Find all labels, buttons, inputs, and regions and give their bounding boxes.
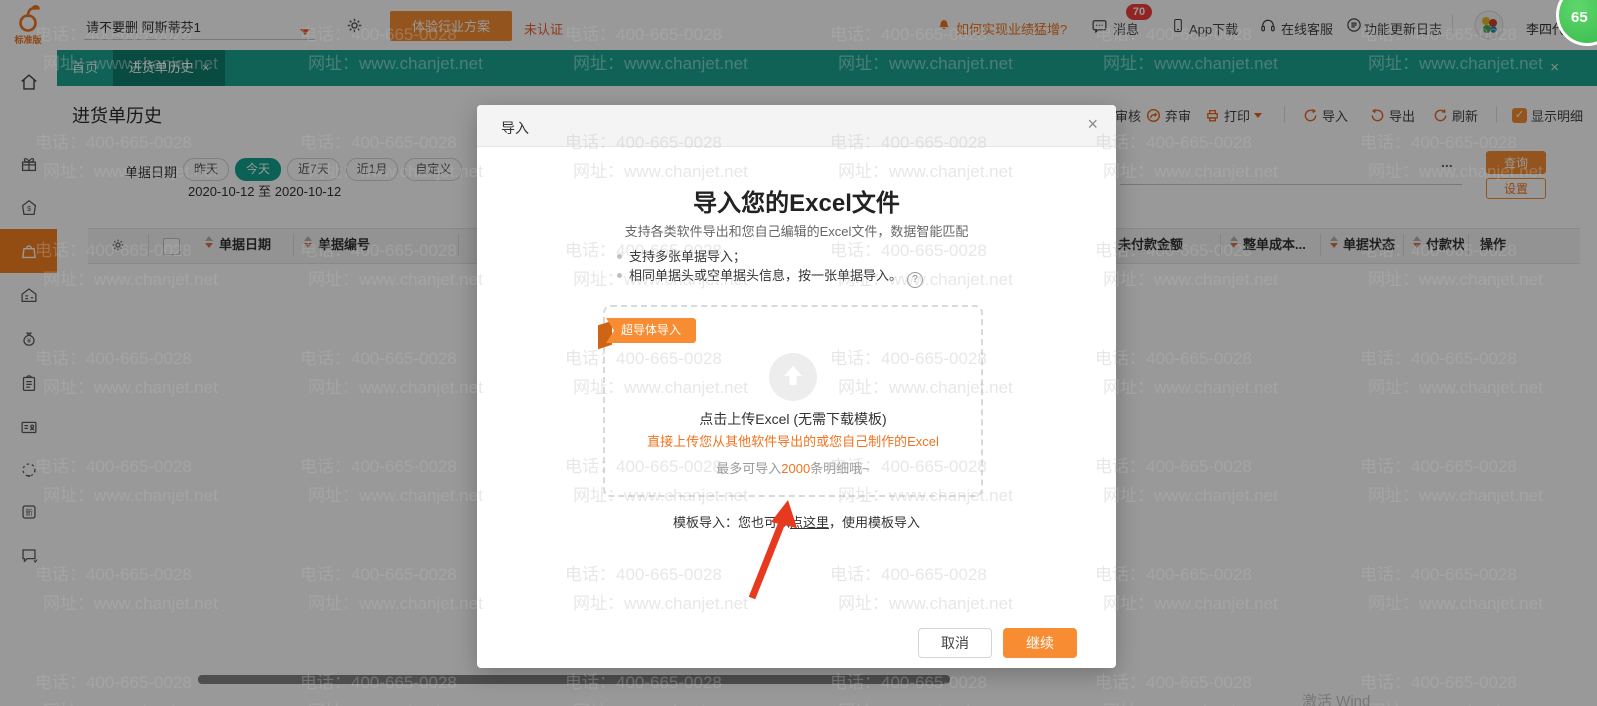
close-icon[interactable]: × bbox=[1087, 114, 1098, 135]
ribbon-fold bbox=[598, 320, 612, 350]
import-modal: 导入 × 导入您的Excel文件 支持各类软件导出和您自己编辑的Excel文件，… bbox=[477, 105, 1116, 668]
limit-number: 2000 bbox=[781, 461, 811, 476]
modal-title: 导入您的Excel文件 bbox=[693, 190, 900, 217]
upload-main-text: 点击上传Excel (无需下载模板) bbox=[699, 411, 887, 427]
bullet-item: 支持多张单据导入； bbox=[617, 247, 923, 266]
bullet-dot-icon bbox=[617, 254, 622, 259]
modal-header: 导入 × bbox=[477, 105, 1116, 147]
app-window: 标准版 请不要删 阿斯蒂芬1 体验行业方案 未认证 如何实现业绩猛增? 消息 7… bbox=[0, 0, 1597, 706]
modal-header-title: 导入 bbox=[501, 120, 529, 136]
cancel-button[interactable]: 取消 bbox=[918, 628, 992, 658]
upload-sub-link[interactable]: 直接上传您从其他软件导出的或您自己制作的Excel bbox=[605, 431, 981, 450]
superconductor-ribbon: 超导体导入 bbox=[606, 318, 696, 343]
bullet-dot-icon bbox=[617, 273, 622, 278]
upload-limit-text: 最多可导入2000条明细哦~ bbox=[716, 461, 870, 476]
continue-button[interactable]: 继续 bbox=[1003, 628, 1077, 658]
corner-badge-count: 65 bbox=[1571, 9, 1588, 26]
modal-bullet-list: 支持多张单据导入； 相同单据头或空单据头信息，按一张单据导入。? bbox=[617, 247, 924, 288]
modal-subtitle: 支持各类软件导出和您自己编辑的Excel文件，数据智能匹配 bbox=[624, 224, 969, 239]
bullet-item: 相同单据头或空单据头信息，按一张单据导入。? bbox=[617, 266, 924, 288]
help-icon[interactable]: ? bbox=[907, 272, 924, 288]
red-annotation-arrow bbox=[748, 500, 797, 600]
upload-icon[interactable] bbox=[769, 353, 817, 401]
upload-dropzone[interactable]: 超导体导入 点击上传Excel (无需下载模板) 直接上传您从其他软件导出的或您… bbox=[598, 305, 983, 497]
